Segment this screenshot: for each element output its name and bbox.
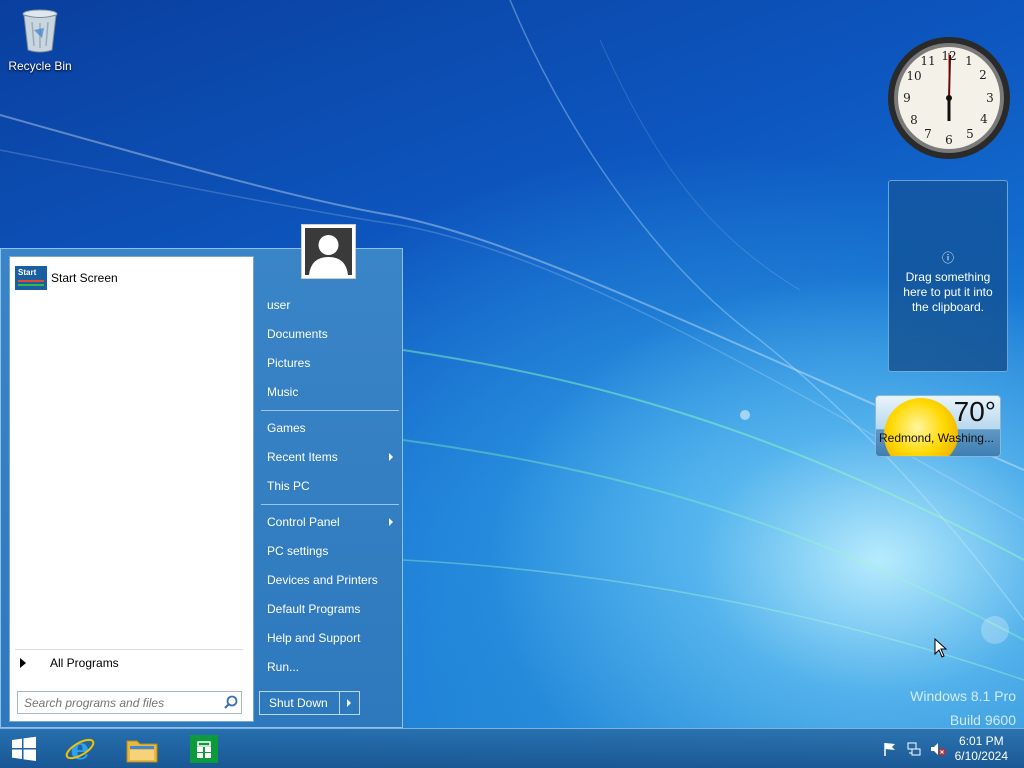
submenu-arrow-icon (389, 453, 393, 461)
svg-text:11: 11 (920, 54, 935, 68)
analog-clock: 1212 345 678 91011 (888, 37, 1010, 159)
pinned-item-start-screen[interactable]: Start Start Screen (15, 266, 118, 290)
menu-item-help-and-support[interactable]: Help and Support (259, 624, 399, 653)
store-icon (190, 735, 218, 763)
svg-text:2: 2 (979, 68, 987, 82)
places-list: user Documents Pictures Music Games Rece… (259, 291, 399, 682)
shutdown-options-button[interactable] (340, 692, 359, 714)
taskbar-internet-explorer[interactable]: e (58, 732, 102, 766)
menu-item-label: Games (267, 421, 306, 435)
menu-item-documents[interactable]: Documents (259, 320, 399, 349)
menu-item-games[interactable]: Games (259, 414, 399, 443)
submenu-arrow-icon (389, 518, 393, 526)
menu-item-default-programs[interactable]: Default Programs (259, 595, 399, 624)
search-input[interactable] (18, 694, 221, 711)
weather-location: Redmond, Washing... (879, 431, 994, 445)
divider (261, 504, 399, 505)
user-icon (309, 235, 348, 275)
svg-text:9: 9 (903, 91, 911, 105)
taskbar-time: 6:01 PM (958, 734, 1004, 748)
menu-item-pictures[interactable]: Pictures (259, 349, 399, 378)
taskbar-store[interactable] (182, 732, 226, 766)
start-screen-tile-icon: Start (15, 266, 47, 290)
menu-item-label: Run... (267, 660, 300, 674)
watermark-edition: Windows 8.1 Pro (910, 688, 1016, 704)
taskbar-file-explorer[interactable] (120, 732, 164, 766)
menu-item-label: Control Panel (267, 515, 340, 529)
windows-watermark: Windows 8.1 Pro Build 9600 (910, 684, 1016, 732)
clipboard-message: Drag something here to put it into the c… (903, 270, 993, 314)
svg-text:10: 10 (906, 69, 921, 83)
taskbar-date: 6/10/2024 (954, 749, 1008, 763)
menu-item-label: Recent Items (267, 450, 338, 464)
svg-text:1: 1 (965, 54, 973, 68)
mouse-pointer-icon (934, 638, 948, 658)
search-box[interactable] (17, 691, 242, 714)
menu-item-label: Pictures (267, 356, 311, 370)
menu-item-label: user (267, 298, 291, 312)
menu-item-label: Help and Support (267, 631, 361, 645)
weather-temperature: 70° (953, 396, 996, 427)
user-avatar[interactable] (301, 224, 356, 279)
arrow-right-icon (347, 699, 352, 707)
network-icon[interactable] (906, 741, 922, 757)
svg-text:7: 7 (924, 127, 932, 141)
svg-text:4: 4 (980, 112, 988, 126)
all-programs-button[interactable]: All Programs (20, 656, 119, 670)
shutdown-button[interactable]: Shut Down (260, 692, 340, 714)
svg-text:e: e (70, 733, 89, 765)
weather-gadget[interactable]: 70° Redmond, Washing... (875, 395, 1001, 457)
clock-gadget[interactable]: 1212 345 678 91011 (886, 35, 1012, 161)
taskbar-clock[interactable]: 6:01 PM 6/10/2024 (955, 734, 1008, 764)
clipboard-gadget[interactable]: ⓘ Drag something here to put it into the… (888, 180, 1008, 372)
all-programs-label: All Programs (50, 656, 119, 670)
menu-item-label: PC settings (267, 544, 329, 558)
svg-text:3: 3 (986, 91, 994, 105)
menu-item-label: Music (267, 385, 299, 399)
svg-text:5: 5 (966, 127, 974, 141)
sun-icon (884, 398, 958, 456)
menu-item-run[interactable]: Run... (259, 653, 399, 682)
tile-text: Start (18, 268, 37, 277)
menu-item-devices-and-printers[interactable]: Devices and Printers (259, 566, 399, 595)
action-center-flag-icon[interactable] (882, 741, 898, 757)
menu-item-music[interactable]: Music (259, 378, 399, 407)
menu-item-label: Devices and Printers (267, 573, 378, 587)
menu-item-label: Documents (267, 327, 328, 341)
pinned-item-label: Start Screen (51, 271, 118, 285)
programs-pane: Start Start Screen All Programs (9, 256, 254, 722)
menu-item-control-panel[interactable]: Control Panel (259, 508, 399, 537)
trash-icon (22, 9, 58, 53)
menu-item-label: This PC (267, 479, 310, 493)
folder-icon (126, 740, 158, 763)
svg-text:8: 8 (910, 113, 918, 127)
volume-muted-icon[interactable] (930, 741, 946, 757)
shutdown-control: Shut Down (259, 691, 360, 715)
menu-item-pc-settings[interactable]: PC settings (259, 537, 399, 566)
menu-item-recent-items[interactable]: Recent Items (259, 443, 399, 472)
recycle-bin-icon[interactable]: Recycle Bin (8, 6, 72, 73)
divider (261, 410, 399, 411)
svg-text:6: 6 (945, 133, 953, 147)
internet-explorer-icon: e (65, 733, 95, 765)
menu-item-label: Default Programs (267, 602, 361, 616)
divider (15, 649, 243, 650)
start-menu: Start Start Screen All Programs Search p… (0, 224, 403, 728)
recycle-bin-label: Recycle Bin (8, 59, 72, 73)
triangle-right-icon (20, 658, 26, 668)
search-icon[interactable] (221, 693, 241, 713)
notification-area (882, 741, 946, 757)
start-button[interactable] (2, 732, 46, 766)
windows-logo-icon (12, 736, 36, 761)
taskbar: e 6:01 PM 6/10/2024 (0, 728, 1024, 768)
menu-item-user[interactable]: user (259, 291, 399, 320)
info-icon: ⓘ (941, 251, 954, 265)
menu-item-this-pc[interactable]: This PC (259, 472, 399, 501)
